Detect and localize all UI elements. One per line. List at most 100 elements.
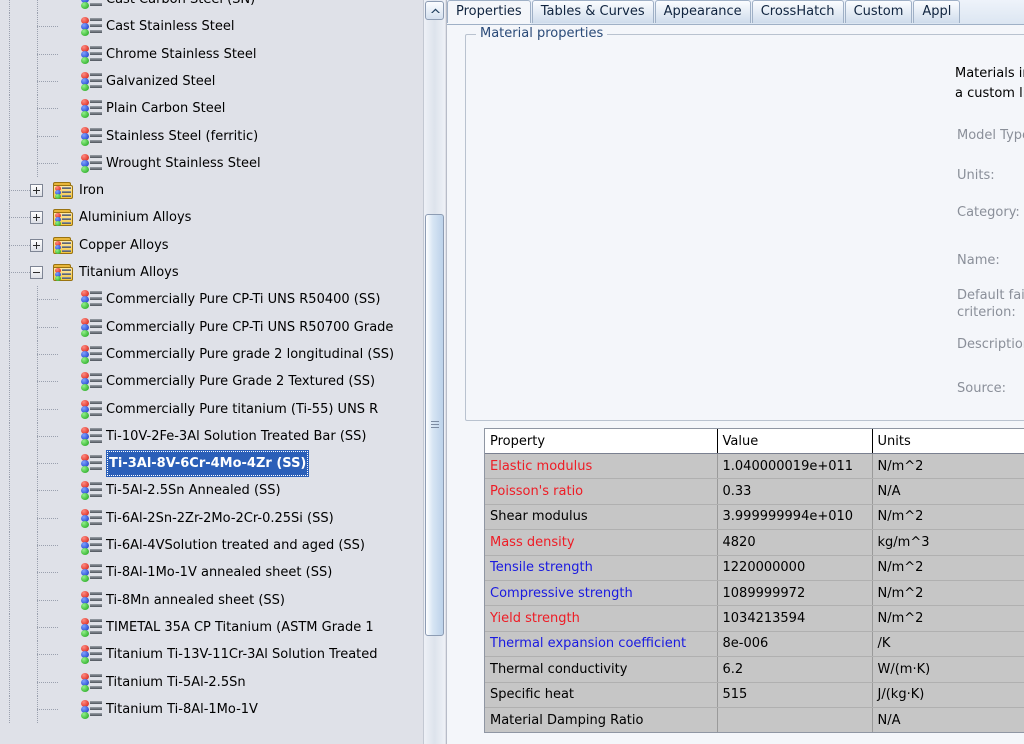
tree-material-row[interactable]: Cast Stainless Steel bbox=[0, 13, 424, 41]
table-row[interactable]: Shear modulus 3.999999994e+010 N/m^2 bbox=[485, 504, 1024, 531]
material-icon bbox=[80, 99, 102, 119]
tree-material-row[interactable]: Commercially Pure CP-Ti UNS R50700 Grade bbox=[0, 313, 424, 341]
cell-value[interactable]: 0.33 bbox=[717, 478, 873, 505]
tab-appearance[interactable]: Appearance bbox=[654, 0, 751, 23]
tree-material-row[interactable]: Ti-3Al-8V-6Cr-4Mo-4Zr (SS) bbox=[0, 450, 424, 478]
cell-value[interactable] bbox=[717, 707, 873, 732]
material-icon bbox=[80, 0, 102, 10]
tree-item-label: Titanium Ti-5Al-2.5Sn bbox=[106, 674, 246, 690]
tree-material-row[interactable]: Ti-8Al-1Mo-1V annealed sheet (SS) bbox=[0, 559, 424, 587]
scrollbar-thumb[interactable] bbox=[425, 214, 444, 636]
category-label: Category: bbox=[957, 205, 1020, 220]
tree-folder-row[interactable]: Aluminium Alloys bbox=[0, 204, 424, 232]
cell-property: Yield strength bbox=[485, 605, 718, 632]
tree-folder-row[interactable]: Titanium Alloys bbox=[0, 259, 424, 287]
expand-button[interactable] bbox=[30, 238, 43, 252]
table-row[interactable]: Thermal expansion coefficient 8e-006/K bbox=[485, 631, 1024, 658]
header-row: Property Value Units bbox=[485, 429, 1024, 454]
tab-tables-curves[interactable]: Tables & Curves bbox=[531, 0, 654, 23]
tree-material-row[interactable]: Commercially Pure CP-Ti UNS R50400 (SS) bbox=[0, 286, 424, 314]
tree-folder-row[interactable]: Copper Alloys bbox=[0, 231, 424, 259]
tree-material-row[interactable]: Ti-8Mn annealed sheet (SS) bbox=[0, 586, 424, 614]
cell-property: Compressive strength bbox=[485, 580, 718, 607]
cell-value[interactable]: 4820 bbox=[717, 529, 873, 556]
cell-units: N/m^2 bbox=[872, 504, 1024, 531]
tree-item-label: Ti-8Mn annealed sheet (SS) bbox=[106, 592, 285, 608]
material-folder-icon bbox=[53, 209, 73, 227]
material-icon bbox=[80, 426, 102, 447]
tree-material-row[interactable]: Ti-6Al-2Sn-2Zr-2Mo-2Cr-0.25Si (SS) bbox=[0, 504, 424, 532]
tree-vertical-scrollbar[interactable] bbox=[423, 0, 445, 744]
description-label: Description: bbox=[957, 337, 1024, 352]
failure-criterion-label-line2: criterion: bbox=[957, 305, 1016, 320]
material-icon bbox=[80, 672, 102, 693]
cell-value[interactable]: 1034213594 bbox=[717, 605, 873, 632]
tree-material-row[interactable]: Commercially Pure grade 2 longitudinal (… bbox=[0, 340, 424, 369]
table-row[interactable]: Thermal conductivity 6.2 W/(m·K) bbox=[485, 656, 1024, 683]
header-property[interactable]: Property bbox=[485, 429, 718, 454]
tree-material-row[interactable]: Ti-10V-2Fe-3Al Solution Treated Bar (SS) bbox=[0, 422, 424, 451]
cell-value[interactable]: 1220000000 bbox=[717, 555, 873, 581]
tree-material-row[interactable]: Titanium Ti-8Al-1Mo-1V bbox=[0, 695, 424, 724]
material-properties-table[interactable]: Property Value Units Elastic modulus 1.04… bbox=[484, 428, 1024, 733]
table-row[interactable]: Yield strength 1034213594 N/m^2 bbox=[485, 605, 1024, 632]
tree-material-row[interactable]: TIMETAL 35A CP Titanium (ASTM Grade 1 bbox=[0, 613, 424, 642]
tree-material-row[interactable]: Cast Carbon Steel (SN) bbox=[0, 0, 424, 14]
cell-value[interactable]: 3.999999994e+010 bbox=[717, 504, 873, 531]
tab-appl[interactable]: Appl bbox=[913, 0, 961, 23]
tree-material-row[interactable]: Plain Carbon Steel bbox=[0, 95, 424, 123]
cell-value[interactable]: 6.2 bbox=[717, 656, 873, 683]
expand-button[interactable] bbox=[30, 184, 43, 198]
table-row[interactable]: Mass density 4820 kg/m^3 bbox=[485, 529, 1024, 556]
source-label: Source: bbox=[957, 381, 1007, 396]
table-row[interactable]: Tensile strength 1220000000 N/m^2 bbox=[485, 555, 1024, 581]
tab-bar: Properties Tables & Curves Appearance Cross… bbox=[447, 0, 1024, 25]
tree-material-row[interactable]: Ti-5Al-2.5Sn Annealed (SS) bbox=[0, 477, 424, 505]
tree-item-label: Ti-8Al-1Mo-1V annealed sheet (SS) bbox=[106, 565, 333, 581]
table-row[interactable]: Specific heat 515 J/(kg·K) bbox=[485, 682, 1024, 708]
tree-material-row[interactable]: Ti-6Al-4VSolution treated and aged (SS) bbox=[0, 532, 424, 560]
properties-grid-body: Elastic modulus 1.040000019e+011 N/m^2 Pois… bbox=[485, 453, 1024, 732]
tree-item-label: Copper Alloys bbox=[79, 237, 169, 253]
tree-material-row[interactable]: Commercially Pure titanium (Ti-55) UNS R bbox=[0, 395, 424, 423]
cell-property: Elastic modulus bbox=[485, 453, 718, 480]
cell-property: Shear modulus bbox=[485, 504, 718, 531]
material-dialog: Cast Carbon Steel (SN) Cast Stainless Ste… bbox=[0, 0, 1024, 744]
scroll-up-button[interactable] bbox=[425, 1, 444, 20]
tab-crosshatch[interactable]: CrossHatch bbox=[751, 0, 844, 23]
cell-property: Tensile strength bbox=[485, 555, 718, 581]
tab-custom[interactable]: Custom bbox=[844, 0, 913, 23]
cell-property: Specific heat bbox=[485, 682, 718, 708]
collapse-button[interactable] bbox=[30, 266, 43, 279]
chevron-up-icon bbox=[431, 8, 440, 13]
table-row[interactable]: Material Damping Ratio N/A bbox=[485, 707, 1024, 732]
header-value[interactable]: Value bbox=[717, 429, 873, 454]
cell-units: N/m^2 bbox=[872, 453, 1024, 480]
cell-value[interactable]: 515 bbox=[717, 682, 873, 708]
material-icon bbox=[80, 563, 102, 583]
tree-material-row[interactable]: Stainless Steel (ferritic) bbox=[0, 122, 424, 150]
material-tree[interactable]: Cast Carbon Steel (SN) Cast Stainless Ste… bbox=[0, 0, 424, 744]
cell-value[interactable]: 8e-006 bbox=[717, 631, 873, 658]
material-icon bbox=[80, 399, 102, 420]
tree-item-label: Commercially Pure Grade 2 Textured (SS) bbox=[106, 374, 376, 390]
table-row[interactable]: Poisson's ratio 0.33 N/A bbox=[485, 478, 1024, 505]
expand-button[interactable] bbox=[30, 211, 43, 225]
table-row[interactable]: Elastic modulus 1.040000019e+011 N/m^2 bbox=[485, 453, 1024, 480]
table-row[interactable]: Compressive strength 1089999972 N/m^2 bbox=[485, 580, 1024, 607]
tree-material-row[interactable]: Commercially Pure Grade 2 Textured (SS) bbox=[0, 368, 424, 396]
tree-material-row[interactable]: Titanium Ti-13V-11Cr-3Al Solution Treate… bbox=[0, 641, 424, 669]
header-units[interactable]: Units bbox=[872, 429, 1024, 454]
tab-properties[interactable]: Properties bbox=[447, 0, 531, 23]
tree-material-row[interactable]: Titanium Ti-5Al-2.5Sn bbox=[0, 668, 424, 696]
material-properties-group: Material properties bbox=[465, 26, 1024, 421]
tree-item-label: Chrome Stainless Steel bbox=[106, 46, 257, 62]
cell-value[interactable]: 1089999972 bbox=[717, 580, 873, 607]
cell-value[interactable]: 1.040000019e+011 bbox=[717, 453, 873, 480]
tree-item-label: Ti-3Al-8V-6Cr-4Mo-4Zr (SS) bbox=[106, 450, 310, 478]
tree-material-row[interactable]: Wrought Stainless Steel bbox=[0, 149, 424, 178]
tree-folder-row[interactable]: Iron bbox=[0, 177, 424, 205]
tree-material-row[interactable]: Chrome Stainless Steel bbox=[0, 40, 424, 68]
cell-property: Thermal conductivity bbox=[485, 656, 718, 683]
tree-material-row[interactable]: Galvanized Steel bbox=[0, 67, 424, 96]
